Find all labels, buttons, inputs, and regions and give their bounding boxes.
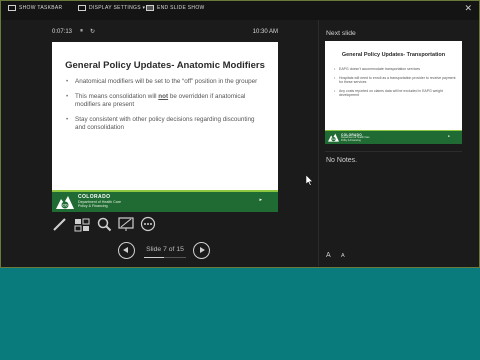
dept-name: Department of Health Care Policy & Financ… [341, 136, 370, 142]
next-slide-bullets: EAPG doesn't accommodate transportation … [334, 67, 456, 102]
clock: 10:30 AM [252, 29, 278, 35]
next-slide-label: Next slide [326, 30, 356, 37]
slide-bullets: Anatomical modifiers will be set to the … [66, 78, 266, 139]
reset-timer-icon[interactable]: ↻ [90, 28, 95, 35]
mouse-cursor-icon [306, 175, 314, 186]
presenter-view: SHOW TASKBAR DISPLAY SETTINGS ▾ END SLID… [0, 0, 480, 268]
top-toolbar: SHOW TASKBAR DISPLAY SETTINGS ▾ END SLID… [0, 0, 480, 20]
colorado-logo-icon: CO [328, 133, 339, 142]
increase-font-button[interactable]: A [326, 252, 331, 259]
more-options-icon[interactable] [140, 216, 156, 232]
next-slide-bullet: EAPG doesn't accommodate transportation … [334, 67, 456, 72]
colorado-logo-icon: CO [56, 196, 74, 209]
slide-footer: CO COLORADO Department of Health Care Pol… [52, 190, 278, 212]
slide-navigation: Slide 7 of 15 [118, 240, 218, 260]
next-slide-button[interactable] [193, 242, 210, 259]
next-slide-title: General Policy Updates- Transportation [341, 52, 446, 58]
show-taskbar-button[interactable]: SHOW TASKBAR [8, 5, 62, 11]
decrease-font-button[interactable]: A [341, 253, 345, 259]
see-all-slides-icon[interactable] [74, 216, 90, 232]
footer-arrow-icon: ▸ [259, 197, 262, 203]
display-settings-button[interactable]: DISPLAY SETTINGS ▾ [78, 5, 145, 11]
current-slide: General Policy Updates- Anatomic Modifie… [52, 42, 278, 212]
timer-row: 0:07:13 ⏸ ↻ 10:30 AM [52, 28, 278, 39]
slide-progress-bar [144, 257, 186, 258]
footer-arrow-icon: ▸ [448, 134, 450, 138]
close-icon[interactable]: ✕ [464, 3, 472, 14]
next-slide-bullet: Any costs reported on claims data will b… [334, 89, 456, 98]
svg-text:CO: CO [332, 139, 336, 141]
slide-bullet: Anatomical modifiers will be set to the … [66, 78, 266, 86]
slide-tools [52, 216, 162, 232]
speaker-notes[interactable]: No Notes. [326, 157, 357, 164]
slide-bullet: This means consolidation will not be ove… [66, 93, 266, 109]
next-slide-bullet: Hospitals will need to enroll as a trans… [334, 76, 456, 85]
end-slide-show-button[interactable]: END SLIDE SHOW [146, 5, 205, 11]
black-screen-icon[interactable] [118, 216, 134, 232]
next-slide-preview[interactable]: General Policy Updates- Transportation E… [325, 41, 462, 144]
slide-title: General Policy Updates- Anatomic Modifie… [65, 60, 265, 71]
slide-bullet: Stay consistent with other policy decisi… [66, 116, 266, 132]
slide-counter[interactable]: Slide 7 of 15 [142, 246, 188, 253]
next-slide-footer: CO COLORADO Department of Health Care Pol… [325, 130, 462, 144]
elapsed-timer: 0:07:13 [52, 29, 73, 35]
taskbar-icon [8, 5, 16, 11]
svg-text:CO: CO [62, 204, 68, 208]
pen-icon[interactable] [52, 216, 68, 232]
desktop-background [0, 268, 480, 360]
display-icon [78, 5, 86, 11]
previous-slide-button[interactable] [118, 242, 135, 259]
end-show-icon [146, 5, 154, 11]
dept-name: Department of Health Care Policy & Financ… [78, 200, 121, 208]
zoom-icon[interactable] [96, 216, 112, 232]
notes-separator [325, 151, 462, 152]
pane-divider[interactable] [318, 20, 319, 266]
slide-progress-fill [144, 257, 164, 258]
pause-timer-icon[interactable]: ⏸ [80, 28, 83, 35]
